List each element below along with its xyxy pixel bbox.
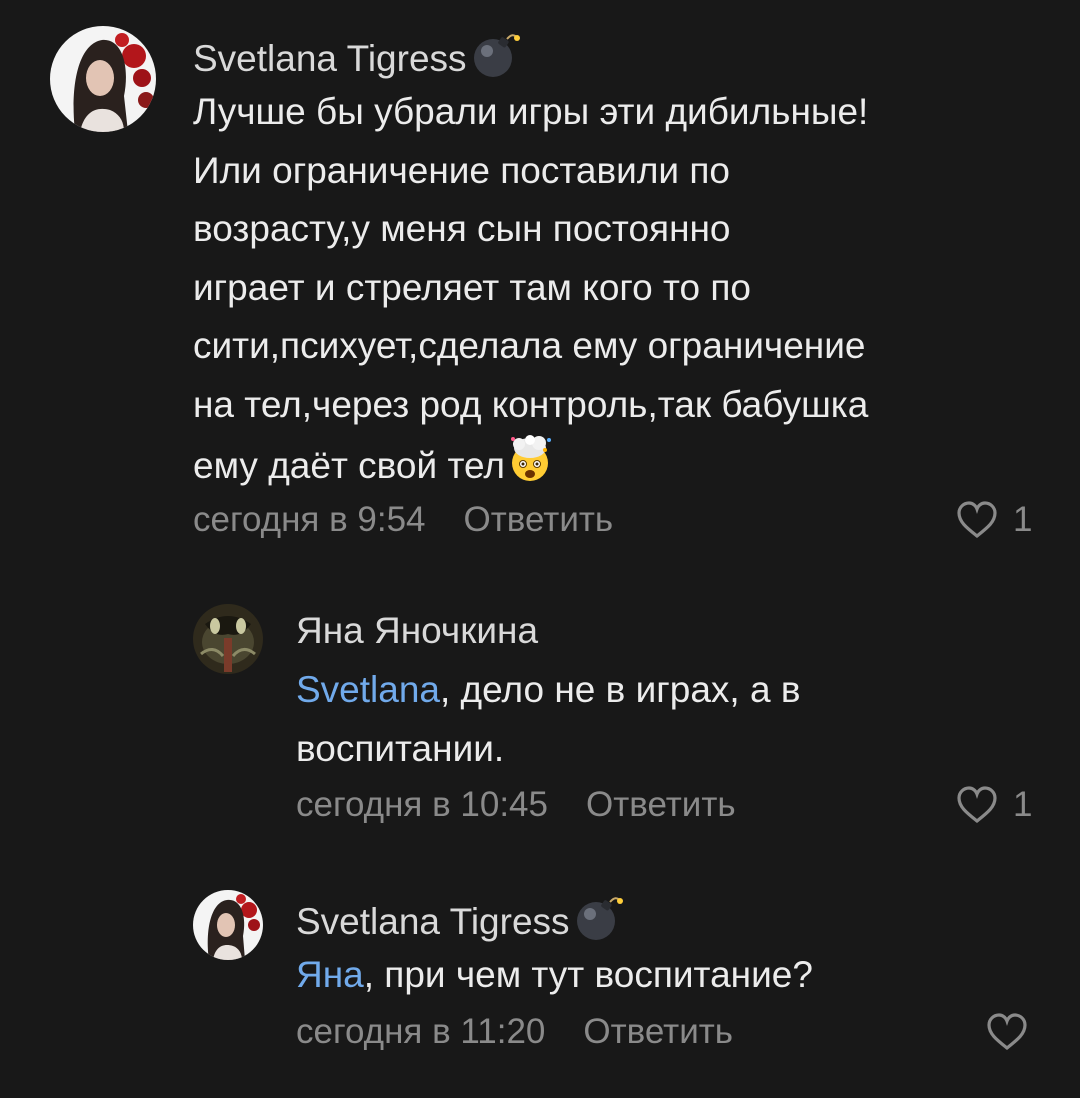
comment-time: сегодня в 11:20 — [296, 1012, 546, 1051]
avatar[interactable] — [193, 604, 263, 674]
text-line: играет и стреляет там кого то по — [193, 266, 751, 308]
text-fragment: , при чем тут воспитание? — [363, 954, 813, 995]
comment-meta: сегодня в 10:45 Ответить — [296, 785, 736, 825]
author-name[interactable]: Svetlana Tigress — [296, 901, 570, 943]
text-line: на тел,через род контроль,так бабушка — [193, 383, 869, 425]
author-name[interactable]: Яна Яночкина — [296, 610, 538, 652]
heart-icon — [957, 786, 997, 824]
comment-text: Svetlana, дело не в играх, а в воспитани… — [296, 661, 1036, 778]
comment-author[interactable]: Svetlana Tigress — [193, 30, 523, 87]
text-line: Svetlana, дело не в играх, а в — [296, 661, 1036, 720]
heart-icon — [957, 501, 997, 539]
like-button[interactable] — [985, 1012, 1029, 1052]
text-line: ему даёт свой тел — [193, 445, 505, 486]
comment-author[interactable]: Svetlana Tigress — [296, 893, 626, 950]
comment-time: сегодня в 10:45 — [296, 785, 548, 824]
bomb-icon — [471, 30, 523, 87]
text-line: Лучше бы убрали игры эти дибильные! — [193, 91, 869, 132]
avatar[interactable] — [193, 890, 263, 960]
text-line-last: ему даёт свой тел — [193, 434, 1053, 502]
comment-meta: сегодня в 9:54 Ответить — [193, 500, 613, 540]
avatar[interactable] — [50, 26, 156, 132]
comment-text: Лучше бы убрали игры эти дибильные! Или … — [193, 83, 1053, 502]
mention-link[interactable]: Svetlana — [296, 669, 440, 710]
text-line: воспитании. — [296, 727, 505, 769]
like-button[interactable]: 1 — [955, 785, 1032, 825]
bomb-icon — [574, 893, 626, 950]
comment-meta: сегодня в 11:20 Ответить — [296, 1012, 733, 1052]
reply-button[interactable]: Ответить — [586, 785, 736, 825]
like-button[interactable]: 1 — [955, 500, 1032, 540]
comment-author[interactable]: Яна Яночкина — [296, 610, 538, 652]
reply-button[interactable]: Ответить — [583, 1012, 733, 1052]
text-fragment: , дело не в играх, а в — [440, 669, 801, 710]
text-line: возрасту,у меня сын постоянно — [193, 208, 731, 249]
comment-text: Яна, при чем тут воспитание? — [296, 946, 1036, 1005]
like-count: 1 — [1013, 785, 1033, 824]
author-name[interactable]: Svetlana Tigress — [193, 38, 467, 80]
text-line: сити,психует,сделала ему ограничение — [193, 325, 866, 366]
mention-link[interactable]: Яна — [296, 954, 364, 995]
exploding-head-icon — [505, 434, 555, 502]
reply-button[interactable]: Ответить — [464, 500, 614, 540]
heart-icon — [987, 1013, 1027, 1051]
like-count: 1 — [1013, 500, 1033, 539]
text-line: Или ограничение поставили по — [193, 149, 730, 191]
text-line: Яна, при чем тут воспитание? — [296, 946, 1036, 1005]
comment-time: сегодня в 9:54 — [193, 500, 426, 539]
